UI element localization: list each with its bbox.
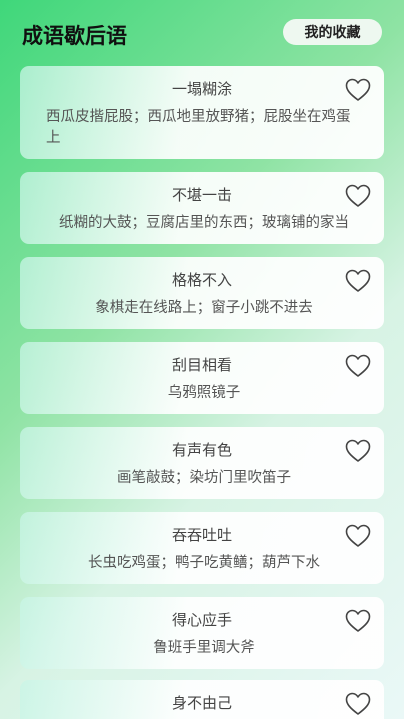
idiom-title: 得心应手 (171, 611, 232, 629)
heart-icon[interactable] (345, 524, 371, 548)
heart-icon[interactable] (345, 692, 371, 716)
idiom-card[interactable]: 一塌糊涂 西瓜皮揩屁股；西瓜地里放野猪；屁股坐在鸡蛋上 (20, 66, 384, 159)
idiom-card[interactable]: 吞吞吐吐 长虫吃鸡蛋；鸭子吃黄鳝；葫芦下水 (20, 512, 384, 584)
idiom-card[interactable]: 刮目相看 乌鸦照镜子 (20, 342, 384, 414)
header: 成语歇后语 我的收藏 (0, 0, 404, 66)
heart-icon[interactable] (345, 269, 371, 293)
idiom-explanation: 鲁班手里调大斧 (153, 640, 255, 656)
heart-icon[interactable] (345, 78, 371, 102)
heart-icon[interactable] (345, 184, 371, 208)
idiom-card[interactable]: 不堪一击 纸糊的大鼓；豆腐店里的东西；玻璃铺的家当 (20, 172, 384, 244)
idiom-title: 吞吞吐吐 (171, 526, 232, 544)
idiom-card[interactable]: 有声有色 画笔敲鼓；染坊门里吹笛子 (20, 427, 384, 499)
idiom-title: 格格不入 (171, 271, 232, 289)
idiom-explanation: 长虫吃鸡蛋；鸭子吃黄鳝；葫芦下水 (88, 555, 320, 571)
heart-icon[interactable] (345, 439, 371, 463)
idiom-explanation: 象棋走在线路上；窗子小跳不进去 (95, 300, 313, 316)
idiom-title: 刮目相看 (171, 356, 232, 374)
idiom-explanation: 画笔敲鼓；染坊门里吹笛子 (117, 470, 291, 486)
idiom-card[interactable]: 身不由己 (20, 680, 384, 719)
idiom-title: 身不由己 (171, 694, 232, 712)
my-favorites-button[interactable]: 我的收藏 (283, 19, 382, 45)
idiom-title: 有声有色 (171, 441, 232, 459)
idiom-explanation: 纸糊的大鼓；豆腐店里的东西；玻璃铺的家当 (59, 215, 349, 231)
idiom-explanation: 西瓜皮揩屁股；西瓜地里放野猪；屁股坐在鸡蛋上 (46, 109, 351, 146)
idiom-title: 一塌糊涂 (171, 80, 232, 98)
heart-icon[interactable] (345, 354, 371, 378)
idiom-card[interactable]: 格格不入 象棋走在线路上；窗子小跳不进去 (20, 257, 384, 329)
heart-icon[interactable] (345, 609, 371, 633)
page-title: 成语歇后语 (22, 24, 127, 48)
idiom-title: 不堪一击 (171, 186, 232, 204)
idiom-explanation: 乌鸦照镜子 (167, 385, 241, 401)
idiom-card[interactable]: 得心应手 鲁班手里调大斧 (20, 597, 384, 669)
